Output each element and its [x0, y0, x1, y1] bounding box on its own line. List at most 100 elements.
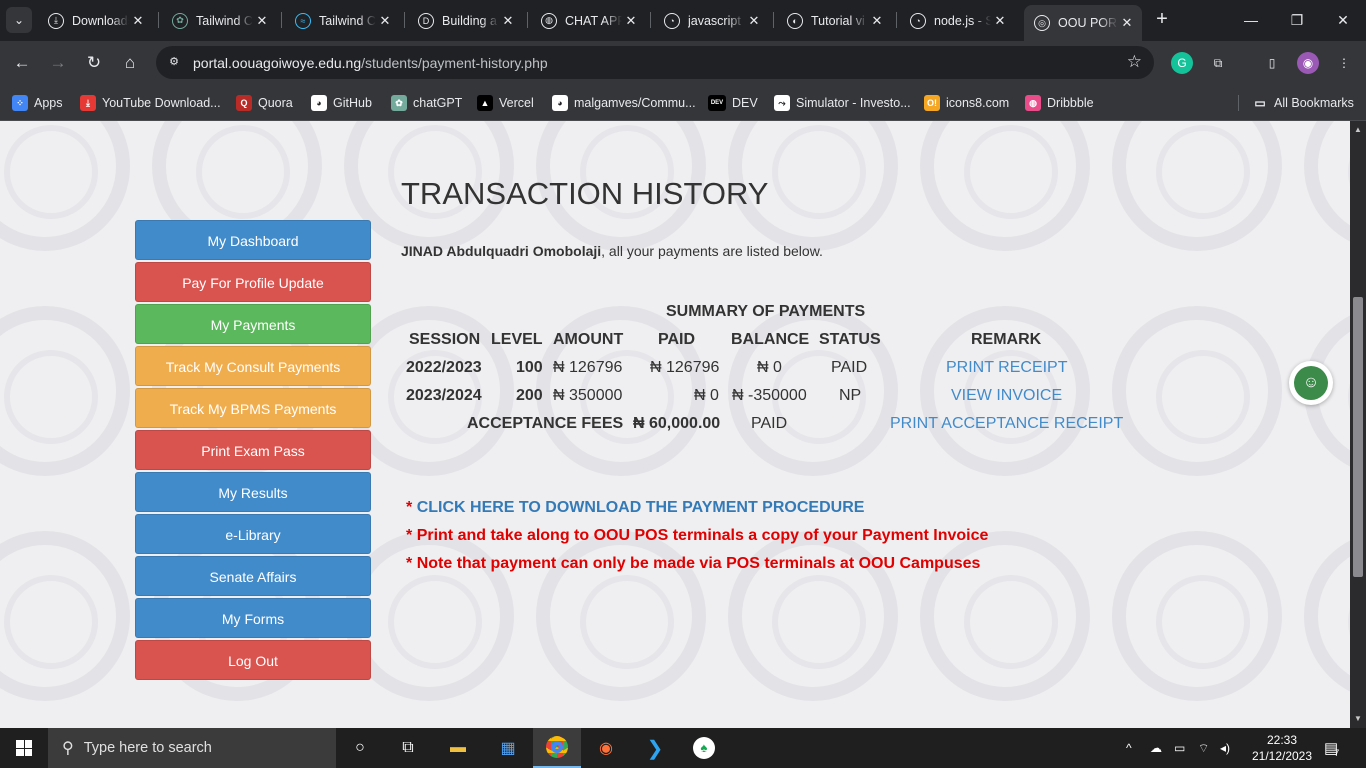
tab-close-icon[interactable]: ✕ — [253, 13, 271, 29]
summary-title: SUMMARY OF PAYMENTS — [666, 303, 866, 320]
tray-chevron-icon[interactable]: ^ — [1126, 728, 1132, 768]
tab-title: Tutorial vi — [811, 13, 865, 28]
tab-separator — [404, 12, 405, 28]
grammarly-extension-icon[interactable]: G — [1171, 52, 1193, 74]
scroll-up-icon[interactable]: ▲ — [1350, 125, 1366, 134]
sidebar-item-my-forms[interactable]: My Forms — [135, 598, 371, 638]
restore-button[interactable]: ❐ — [1274, 0, 1320, 40]
browser-tab[interactable]: ◐ Tutorial vi ✕ — [777, 6, 892, 35]
vercel-icon: ▲ — [477, 95, 493, 111]
globe-icon: ◍ — [541, 12, 557, 29]
tab-close-icon[interactable]: ✕ — [868, 13, 886, 29]
mongodb-compass-icon[interactable]: ♠ — [680, 728, 728, 768]
extensions-puzzle-icon[interactable]: ⧉ — [1207, 52, 1229, 74]
download-procedure-link[interactable]: CLICK HERE TO DOWNLOAD THE PAYMENT PROCE… — [417, 499, 865, 516]
cloud-sync-icon[interactable]: ☁ — [1150, 728, 1162, 768]
home-button[interactable]: ⌂ — [116, 49, 144, 77]
tab-close-icon[interactable]: ✕ — [499, 13, 517, 29]
tab-search-button[interactable]: ⌄ — [6, 7, 32, 33]
reload-button[interactable]: ↻ — [80, 49, 108, 77]
sidebar-item-senate-affairs[interactable]: Senate Affairs — [135, 556, 371, 596]
view-invoice-link[interactable]: VIEW INVOICE — [951, 387, 1062, 405]
tab-close-icon[interactable]: ✕ — [991, 13, 1009, 29]
sidebar-item-track-consult-payments[interactable]: Track My Consult Payments — [135, 346, 371, 386]
bookmark-item[interactable]: ⁘ Apps — [12, 93, 63, 113]
bookmark-item[interactable]: O! icons8.com — [924, 93, 1009, 113]
bookmark-item[interactable]: ⤓ YouTube Download... — [80, 93, 221, 113]
bookmark-item[interactable]: Q Quora — [236, 93, 293, 113]
bookmark-item[interactable]: ▲ Vercel — [477, 93, 534, 113]
browser-tab[interactable]: ◔ node.js - S ✕ — [900, 6, 1015, 35]
browser-tab[interactable]: ✿ Tailwind CSS✕ — [162, 6, 277, 35]
cortana-icon[interactable]: ○ — [336, 728, 384, 768]
battery-icon[interactable]: ▭ — [1174, 728, 1185, 768]
robot-icon: ☺ — [1294, 366, 1328, 400]
scroll-down-icon[interactable]: ▼ — [1350, 714, 1366, 723]
sidebar-item-track-bpms-payments[interactable]: Track My BPMS Payments — [135, 388, 371, 428]
chrome-taskbar-icon[interactable] — [533, 728, 581, 768]
wifi-icon[interactable]: ⌔ — [1198, 728, 1209, 768]
browser-tab[interactable]: D Building a ✕ — [408, 6, 523, 35]
tab-close-icon[interactable]: ✕ — [745, 13, 763, 29]
clock-time: 22:33 — [1266, 733, 1298, 747]
system-clock[interactable]: 22:33 21/12/2023 — [1249, 732, 1315, 764]
sidebar-item-print-exam-pass[interactable]: Print Exam Pass — [135, 430, 371, 470]
notification-center-button[interactable]: ▤ 7 — [1324, 728, 1339, 768]
sidebar-item-my-payments[interactable]: My Payments — [135, 304, 371, 344]
browser-tab[interactable]: ⤓ Downloads ✕ — [38, 6, 153, 35]
minimize-button[interactable]: — — [1228, 0, 1274, 40]
bookmark-item[interactable]: ⤳ Simulator - Investo... — [774, 93, 911, 113]
column-header-status: STATUS — [819, 331, 881, 348]
bookmark-label: Vercel — [499, 96, 534, 110]
sidebar-item-log-out[interactable]: Log Out — [135, 640, 371, 680]
tab-close-icon[interactable]: ✕ — [129, 13, 147, 29]
bookmark-item[interactable]: ◕ GitHub — [311, 93, 372, 113]
browser-tab[interactable]: ◎ OOU POR ✕ — [1024, 5, 1142, 41]
page-scrollbar[interactable]: ▲ ▼ — [1350, 121, 1366, 728]
menu-kebab-icon[interactable]: ⋮ — [1333, 52, 1355, 74]
print-acceptance-receipt-link[interactable]: PRINT ACCEPTANCE RECEIPT — [890, 415, 1123, 433]
tab-title: node.js - S — [934, 13, 991, 28]
print-invoice-note: * Print and take along to OOU POS termin… — [406, 527, 988, 545]
bookmark-item[interactable]: ✿ chatGPT — [391, 93, 462, 113]
scrollbar-thumb[interactable] — [1353, 297, 1363, 577]
microsoft-store-icon[interactable]: ▦ — [484, 728, 532, 768]
chatbot-launcher[interactable]: ☺ — [1289, 361, 1333, 405]
firefox-taskbar-icon[interactable]: ◉ — [582, 728, 630, 768]
all-bookmarks-button[interactable]: ▭ All Bookmarks — [1252, 93, 1354, 113]
bookmark-label: Apps — [34, 96, 63, 110]
task-view-icon[interactable]: ⧉ — [384, 728, 432, 768]
browser-tab[interactable]: ≈ Tailwind CSS✕ — [285, 6, 400, 35]
bookmark-star-icon[interactable]: ☆ — [1127, 52, 1142, 72]
row-level: 100 — [516, 359, 543, 376]
start-button[interactable] — [0, 728, 48, 768]
sidebar-menu: My Dashboard Pay For Profile Update My P… — [135, 220, 371, 682]
print-receipt-link[interactable]: PRINT RECEIPT — [946, 359, 1068, 377]
url-text[interactable]: portal.oouagoiwoye.edu.ng/students/payme… — [193, 55, 548, 71]
tab-close-icon[interactable]: ✕ — [1118, 15, 1136, 31]
sidebar-item-e-library[interactable]: e-Library — [135, 514, 371, 554]
vscode-taskbar-icon[interactable]: ❯ — [631, 728, 679, 768]
bookmark-item[interactable]: ◕ malgamves/Commu... — [552, 93, 696, 113]
profile-avatar[interactable]: ◉ — [1297, 52, 1319, 74]
browser-tab[interactable]: ◍ CHAT APP ✕ — [531, 6, 646, 35]
bookmark-item[interactable]: ◍ Dribbble — [1025, 93, 1094, 113]
browser-tab[interactable]: ◔ javascript ✕ — [654, 6, 769, 35]
file-explorer-icon[interactable]: ▬ — [434, 728, 482, 768]
address-bar[interactable]: ⚙ portal.oouagoiwoye.edu.ng/students/pay… — [156, 46, 1154, 79]
volume-icon[interactable]: ◂) — [1220, 728, 1230, 768]
new-tab-button[interactable]: + — [1150, 8, 1174, 32]
sidebar-item-pay-profile-update[interactable]: Pay For Profile Update — [135, 262, 371, 302]
tab-close-icon[interactable]: ✕ — [376, 13, 394, 29]
sidebar-item-my-dashboard[interactable]: My Dashboard — [135, 220, 371, 260]
sidebar-item-my-results[interactable]: My Results — [135, 472, 371, 512]
tab-close-icon[interactable]: ✕ — [622, 13, 640, 29]
forward-button[interactable]: → — [44, 49, 72, 77]
close-window-button[interactable]: ✕ — [1320, 0, 1366, 40]
bookmark-item[interactable]: DEV DEV — [708, 93, 758, 113]
back-button[interactable]: ← — [8, 49, 36, 77]
github-icon: ◕ — [311, 95, 327, 111]
taskbar-search-box[interactable]: ⚲ Type here to search — [48, 728, 336, 768]
site-info-icon[interactable]: ⚙ — [166, 54, 182, 70]
side-panel-icon[interactable]: ▯ — [1261, 52, 1283, 74]
